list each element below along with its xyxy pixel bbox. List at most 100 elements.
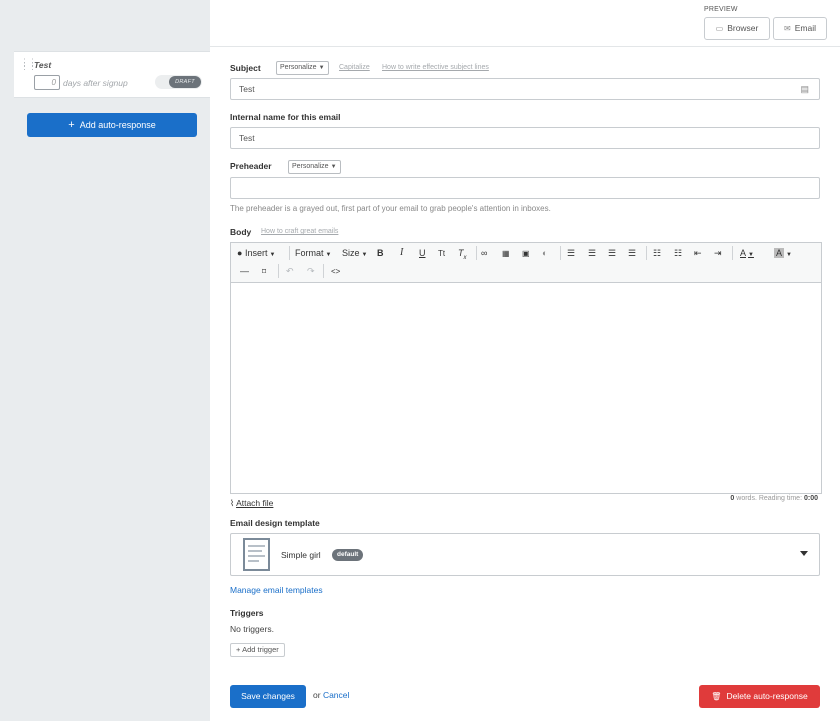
clear-format-icon[interactable]: Tx bbox=[458, 246, 467, 265]
capitalize-link[interactable]: Capitalize bbox=[339, 64, 370, 71]
template-thumbnail bbox=[243, 538, 270, 571]
format-label: Format bbox=[295, 248, 324, 258]
toolbar-divider bbox=[732, 246, 733, 260]
italic-icon[interactable]: I bbox=[400, 246, 403, 260]
delete-label: Delete auto-response bbox=[726, 691, 808, 701]
envelope-icon: ✉ bbox=[784, 24, 791, 33]
underline-icon[interactable]: U bbox=[419, 246, 426, 260]
caret-down-icon: ▼ bbox=[748, 252, 754, 258]
body-editor[interactable]: ● Insert ▼ Format ▼ Size ▼ B I U Tt Tx ∞ ▦ … bbox=[230, 242, 822, 494]
redo-icon[interactable]: ↷ bbox=[307, 264, 315, 278]
toolbar-divider bbox=[560, 246, 561, 260]
size-menu[interactable]: Size ▼ bbox=[342, 246, 367, 262]
toolbar-divider bbox=[476, 246, 477, 260]
bookmark-icon[interactable]: ⌑ bbox=[262, 265, 266, 279]
align-right-icon[interactable]: ☰ bbox=[608, 246, 616, 260]
or-label: or bbox=[313, 690, 321, 700]
drag-handle-icon[interactable]: ⋮⋮ ⋮⋮ bbox=[20, 58, 37, 71]
image-icon[interactable]: ▣ bbox=[522, 247, 530, 261]
format-menu[interactable]: Format ▼ bbox=[295, 246, 331, 262]
size-label: Size bbox=[342, 248, 360, 258]
manage-templates-link[interactable]: Manage email templates bbox=[230, 585, 323, 595]
plus-icon: + bbox=[68, 119, 75, 131]
autoresponse-card[interactable]: ⋮⋮ ⋮⋮ Test 0 days after signup DRAFT bbox=[14, 51, 210, 98]
contrast-icon[interactable]: ◐ bbox=[542, 246, 547, 260]
caret-down-icon: ▼ bbox=[269, 252, 276, 258]
add-autoresponse-label: Add auto-response bbox=[79, 120, 156, 130]
caret-down-icon: ▼ bbox=[325, 252, 332, 258]
template-select[interactable]: Simple girl default bbox=[230, 533, 820, 576]
bullet-list-icon[interactable]: ☷ bbox=[653, 246, 661, 260]
internal-name-input[interactable]: Test bbox=[230, 127, 820, 149]
add-trigger-label: Add trigger bbox=[242, 645, 279, 654]
caret-down-icon: ▼ bbox=[786, 252, 792, 258]
body-label: Body bbox=[230, 227, 252, 237]
days-input[interactable]: 0 bbox=[34, 75, 60, 90]
caret-down-icon: ▼ bbox=[318, 65, 325, 71]
preview-email-button[interactable]: ✉ Email bbox=[773, 17, 827, 40]
align-justify-icon[interactable]: ☰ bbox=[628, 246, 636, 260]
autoresponse-title[interactable]: Test bbox=[34, 60, 51, 70]
subject-value: Test bbox=[239, 84, 255, 94]
status-badge: DRAFT bbox=[169, 76, 201, 88]
preheader-input[interactable] bbox=[230, 177, 820, 199]
status-toggle[interactable]: DRAFT bbox=[155, 75, 202, 89]
triggers-label: Triggers bbox=[230, 608, 264, 618]
caret-down-icon: ▼ bbox=[361, 252, 368, 258]
preview-browser-button[interactable]: ▭ Browser bbox=[704, 17, 770, 40]
align-center-icon[interactable]: ☰ bbox=[588, 246, 596, 260]
subject-label: Subject bbox=[230, 63, 261, 73]
internal-name-label: Internal name for this email bbox=[230, 112, 341, 122]
template-label: Email design template bbox=[230, 518, 320, 528]
toolbar-divider bbox=[289, 246, 290, 260]
insert-label: Insert bbox=[244, 248, 268, 258]
caret-down-icon bbox=[800, 551, 808, 556]
insert-menu[interactable]: ● Insert ▼ bbox=[237, 246, 275, 262]
numbered-list-icon[interactable]: ☷ bbox=[674, 246, 682, 260]
days-label: days after signup bbox=[63, 78, 128, 88]
horizontal-rule-icon[interactable]: — bbox=[240, 264, 249, 278]
indent-icon[interactable]: ⇥ bbox=[714, 246, 722, 260]
reading-time-value: 0:00 bbox=[803, 495, 818, 502]
default-badge: default bbox=[332, 549, 364, 561]
preheader-personalize-dropdown[interactable]: Personalize ▼ bbox=[288, 160, 341, 174]
subject-personalize-label: Personalize bbox=[280, 64, 317, 71]
subject-tips-link[interactable]: How to write effective subject lines bbox=[382, 64, 489, 71]
outdent-icon[interactable]: ⇤ bbox=[694, 246, 702, 260]
trash-icon: 🗑 bbox=[711, 692, 722, 701]
cancel-link[interactable]: Cancel bbox=[323, 690, 349, 700]
align-left-icon[interactable]: ☰ bbox=[567, 246, 575, 260]
preview-label: PREVIEW bbox=[704, 6, 738, 13]
add-autoresponse-button[interactable]: + Add auto-response bbox=[27, 113, 197, 137]
sidebar: ⋮⋮ ⋮⋮ Test 0 days after signup DRAFT + Add… bbox=[0, 0, 210, 721]
attach-file-label: Attach file bbox=[236, 498, 274, 508]
words-label: words. Reading time: bbox=[736, 495, 803, 502]
preheader-help: The preheader is a grayed out, first par… bbox=[230, 204, 551, 213]
text-transform-icon[interactable]: Tt bbox=[438, 247, 445, 261]
plus-icon: + bbox=[236, 645, 241, 654]
subject-input[interactable]: Test ▤ bbox=[230, 78, 820, 100]
preview-email-label: Email bbox=[794, 23, 816, 33]
or-cancel: or Cancel bbox=[313, 690, 349, 700]
word-count-value: 0 bbox=[730, 495, 735, 502]
toolbar-divider bbox=[323, 264, 324, 278]
video-icon[interactable]: ▦ bbox=[502, 247, 510, 261]
toolbar-divider bbox=[646, 246, 647, 260]
toolbar-divider bbox=[278, 264, 279, 278]
delete-button[interactable]: 🗑 Delete auto-response bbox=[699, 685, 820, 708]
subject-personalize-dropdown[interactable]: Personalize ▼ bbox=[276, 61, 329, 75]
bold-icon[interactable]: B bbox=[377, 246, 384, 260]
background-color-icon[interactable]: A ▼ bbox=[774, 246, 792, 262]
link-icon[interactable]: ∞ bbox=[481, 246, 487, 260]
add-trigger-button[interactable]: + Add trigger bbox=[230, 643, 285, 657]
template-name: Simple girl bbox=[281, 550, 321, 560]
undo-icon[interactable]: ↶ bbox=[286, 264, 294, 278]
word-count: 0 words. Reading time: 0:00 bbox=[730, 495, 818, 502]
text-color-icon[interactable]: A ▼ bbox=[740, 246, 754, 262]
no-triggers-text: No triggers. bbox=[230, 624, 274, 634]
attach-file-link[interactable]: ⌇ Attach file bbox=[230, 498, 273, 509]
document-icon[interactable]: ▤ bbox=[800, 79, 809, 99]
save-button[interactable]: Save changes bbox=[230, 685, 306, 708]
body-tips-link[interactable]: How to craft great emails bbox=[261, 228, 338, 235]
source-code-icon[interactable]: <> bbox=[331, 265, 340, 279]
